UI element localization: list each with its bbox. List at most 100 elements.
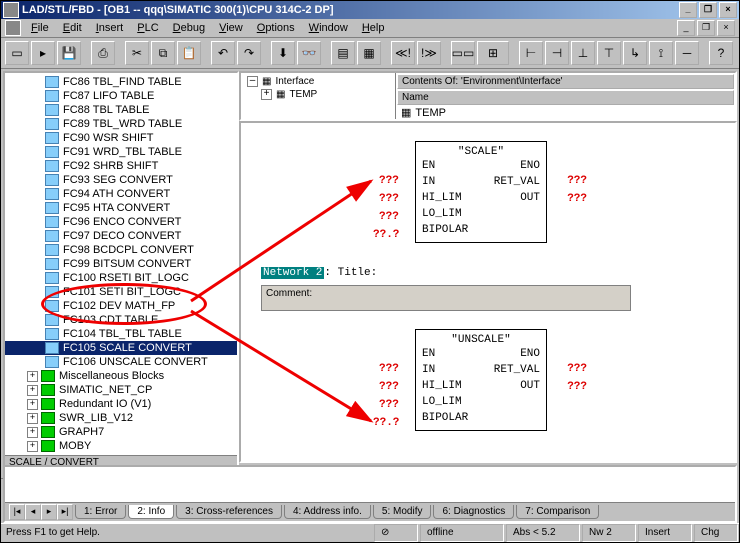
output-tab[interactable]: 5: Modify	[373, 505, 432, 519]
tree-item[interactable]: FC87 LIFO TABLE	[5, 89, 237, 103]
tree-item[interactable]: FC104 TBL_TBL TABLE	[5, 327, 237, 341]
tree-item[interactable]: FC94 ATH CONVERT	[5, 187, 237, 201]
minimize-button[interactable]: _	[679, 2, 697, 18]
scale-block[interactable]: "SCALE" ENENO INRET_VAL HI_LIMOUT LO_LIM…	[381, 141, 581, 243]
interface-node[interactable]: –▦ Interface	[243, 75, 393, 88]
pin-out-2[interactable]: ???	[567, 381, 587, 393]
tree-item[interactable]: FC91 WRD_TBL TABLE	[5, 145, 237, 159]
insert3-button[interactable]: ⊥	[571, 41, 595, 65]
redo-button[interactable]: ↷	[237, 41, 261, 65]
menu-plc[interactable]: PLC	[131, 21, 164, 35]
tree-item[interactable]: FC105 SCALE CONVERT	[5, 341, 237, 355]
coil-button[interactable]: ⟟	[649, 41, 673, 65]
network-2-comment[interactable]: Comment:	[261, 285, 631, 311]
network-button[interactable]: ▭▭	[451, 41, 475, 65]
tree-item[interactable]: FC86 TBL_FIND TABLE	[5, 75, 237, 89]
pin-hi-2[interactable]: ???	[379, 381, 399, 393]
menu-insert[interactable]: Insert	[90, 21, 130, 35]
pin-lo[interactable]: ???	[379, 211, 399, 223]
pin-hi[interactable]: ???	[379, 193, 399, 205]
monitor-button[interactable]: 👓	[297, 41, 321, 65]
tree-item[interactable]: FC92 SHRB SHIFT	[5, 159, 237, 173]
mdi-minimize-button[interactable]: _	[677, 20, 695, 36]
tree-item[interactable]: FC101 SETI BIT_LOGC	[5, 285, 237, 299]
open-button[interactable]: ▸	[31, 41, 55, 65]
tab-prev[interactable]: ◂	[25, 504, 41, 520]
output-tab[interactable]: 1: Error	[75, 505, 126, 519]
tree-item[interactable]: FC98 BCDCPL CONVERT	[5, 243, 237, 257]
tree-item[interactable]: FC89 TBL_WRD TABLE	[5, 117, 237, 131]
cut-button[interactable]: ✂	[125, 41, 149, 65]
tab-last[interactable]: ▸|	[57, 504, 73, 520]
tree-folder[interactable]: +Redundant IO (V1)	[5, 397, 237, 411]
tree-item[interactable]: FC99 BITSUM CONVERT	[5, 257, 237, 271]
tree-folder[interactable]: +GRAPH7	[5, 425, 237, 439]
tree-item[interactable]: FC95 HTA CONVERT	[5, 201, 237, 215]
overview-button[interactable]: ⊞	[477, 41, 509, 65]
block-tree[interactable]: FC86 TBL_FIND TABLEFC87 LIFO TABLEFC88 T…	[5, 73, 237, 455]
pin-in-2[interactable]: ???	[379, 363, 399, 375]
tree-item[interactable]: FC90 WSR SHIFT	[5, 131, 237, 145]
menu-file[interactable]: FFileile	[25, 21, 55, 35]
insert4-button[interactable]: ⊤	[597, 41, 621, 65]
insert1-button[interactable]: ⊢	[519, 41, 543, 65]
restore-button[interactable]: ❐	[699, 2, 717, 18]
download-button[interactable]: ⬇	[271, 41, 295, 65]
close-button[interactable]: ×	[719, 2, 737, 18]
tab-next[interactable]: ▸	[41, 504, 57, 520]
help-button[interactable]: ?	[709, 41, 733, 65]
goto2-button[interactable]: !≫	[417, 41, 441, 65]
pin-ret[interactable]: ???	[567, 175, 587, 187]
branch-button[interactable]: ↳	[623, 41, 647, 65]
pin-lo-2[interactable]: ???	[379, 399, 399, 411]
menu-view[interactable]: View	[213, 21, 249, 35]
menu-debug[interactable]: Debug	[167, 21, 211, 35]
tree-item[interactable]: FC97 DECO CONVERT	[5, 229, 237, 243]
menu-window[interactable]: Window	[303, 21, 354, 35]
pin-in[interactable]: ???	[379, 175, 399, 187]
output-tab[interactable]: 7: Comparison	[516, 505, 599, 519]
output-tab[interactable]: 4: Address info.	[284, 505, 371, 519]
output-body[interactable]	[5, 467, 735, 503]
tree-item[interactable]: FC100 RSETI BIT_LOGC	[5, 271, 237, 285]
output-tab[interactable]: 2: Info	[128, 505, 174, 519]
insert2-button[interactable]: ⊣	[545, 41, 569, 65]
tree-item[interactable]: FC88 TBL TABLE	[5, 103, 237, 117]
tree-folder[interactable]: +SIMATIC_NET_CP	[5, 383, 237, 397]
tab-first[interactable]: |◂	[9, 504, 25, 520]
tree-item[interactable]: FC96 ENCO CONVERT	[5, 215, 237, 229]
save-button[interactable]: 💾	[57, 41, 81, 65]
pin-ret-2[interactable]: ???	[567, 363, 587, 375]
menu-help[interactable]: Help	[356, 21, 391, 35]
menu-edit[interactable]: Edit	[57, 21, 88, 35]
copy-button[interactable]: ⧉	[151, 41, 175, 65]
unscale-block[interactable]: "UNSCALE" ENENO INRET_VAL HI_LIMOUT LO_L…	[381, 329, 581, 431]
pin-bi-2[interactable]: ??.?	[373, 417, 399, 429]
tree-item[interactable]: FC93 SEG CONVERT	[5, 173, 237, 187]
new-button[interactable]: ▭	[5, 41, 29, 65]
temp-node[interactable]: +▦ TEMP	[243, 88, 393, 101]
paste-button[interactable]: 📋	[177, 41, 201, 65]
temp-row[interactable]: ▦ TEMP	[397, 105, 734, 120]
mdi-close-button[interactable]: ×	[717, 20, 735, 36]
tree-folder[interactable]: +Miscellaneous Blocks	[5, 369, 237, 383]
output-tab[interactable]: 6: Diagnostics	[433, 505, 514, 519]
pin-out[interactable]: ???	[567, 193, 587, 205]
tree-folder[interactable]: +MOBY	[5, 439, 237, 453]
tree-folder[interactable]: +SWR_LIB_V12	[5, 411, 237, 425]
undo-button[interactable]: ↶	[211, 41, 235, 65]
tree-item[interactable]: FC103 CDT TABLE	[5, 313, 237, 327]
ladder-editor[interactable]: "SCALE" ENENO INRET_VAL HI_LIMOUT LO_LIM…	[239, 121, 737, 463]
tree-button[interactable]: ▤	[331, 41, 355, 65]
mdi-restore-button[interactable]: ❐	[697, 20, 715, 36]
name-column: Name	[397, 90, 734, 105]
output-tab[interactable]: 3: Cross-references	[176, 505, 282, 519]
tree-item[interactable]: FC106 UNSCALE CONVERT	[5, 355, 237, 369]
goto-button[interactable]: ≪!	[391, 41, 415, 65]
tree-item[interactable]: FC102 DEV MATH_FP	[5, 299, 237, 313]
pin-bi[interactable]: ??.?	[373, 229, 399, 241]
menu-options[interactable]: Options	[251, 21, 301, 35]
detail-button[interactable]: ▦	[357, 41, 381, 65]
print-button[interactable]: ⎙	[91, 41, 115, 65]
connect-button[interactable]: ─	[675, 41, 699, 65]
